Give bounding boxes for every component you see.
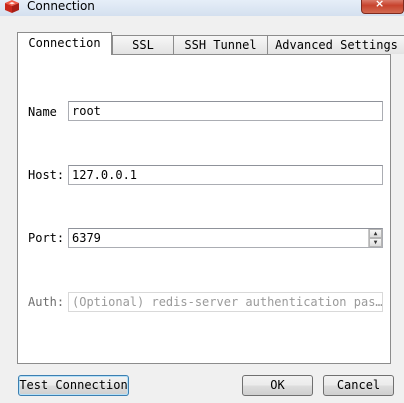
title-bar[interactable]: Connection × [0, 0, 404, 16]
port-stepper[interactable]: ▲ ▼ [368, 229, 382, 247]
tab-connection[interactable]: Connection [17, 32, 112, 55]
connection-dialog: Connection × Connection SSL SSH Tunnel A… [0, 0, 404, 403]
tab-ssl[interactable]: SSL [112, 35, 174, 54]
chevron-down-icon[interactable]: ▼ [369, 238, 382, 247]
tab-advanced-settings[interactable]: Advanced Settings [267, 35, 404, 54]
close-icon: × [375, 0, 385, 10]
host-label: Host: [28, 168, 65, 182]
port-value: 6379 [72, 231, 101, 245]
window-title: Connection [27, 0, 95, 13]
close-button[interactable]: × [361, 0, 404, 14]
port-label: Port: [28, 231, 65, 245]
ok-button[interactable]: OK [242, 375, 313, 396]
host-input[interactable]: 127.0.0.1 [68, 165, 383, 185]
chevron-up-icon[interactable]: ▲ [369, 229, 382, 238]
auth-label: Auth: [28, 295, 65, 309]
redis-cube-icon [5, 0, 19, 13]
test-connection-button[interactable]: Test Connection [18, 375, 129, 396]
auth-input[interactable]: (Optional) redis-server authentication p… [68, 292, 383, 312]
port-spinbox[interactable]: 6379 ▲ ▼ [68, 228, 383, 248]
name-input[interactable]: root [68, 101, 383, 121]
tab-ssh-tunnel[interactable]: SSH Tunnel [173, 35, 268, 54]
cancel-button[interactable]: Cancel [323, 375, 394, 396]
name-label: Name [28, 105, 57, 119]
